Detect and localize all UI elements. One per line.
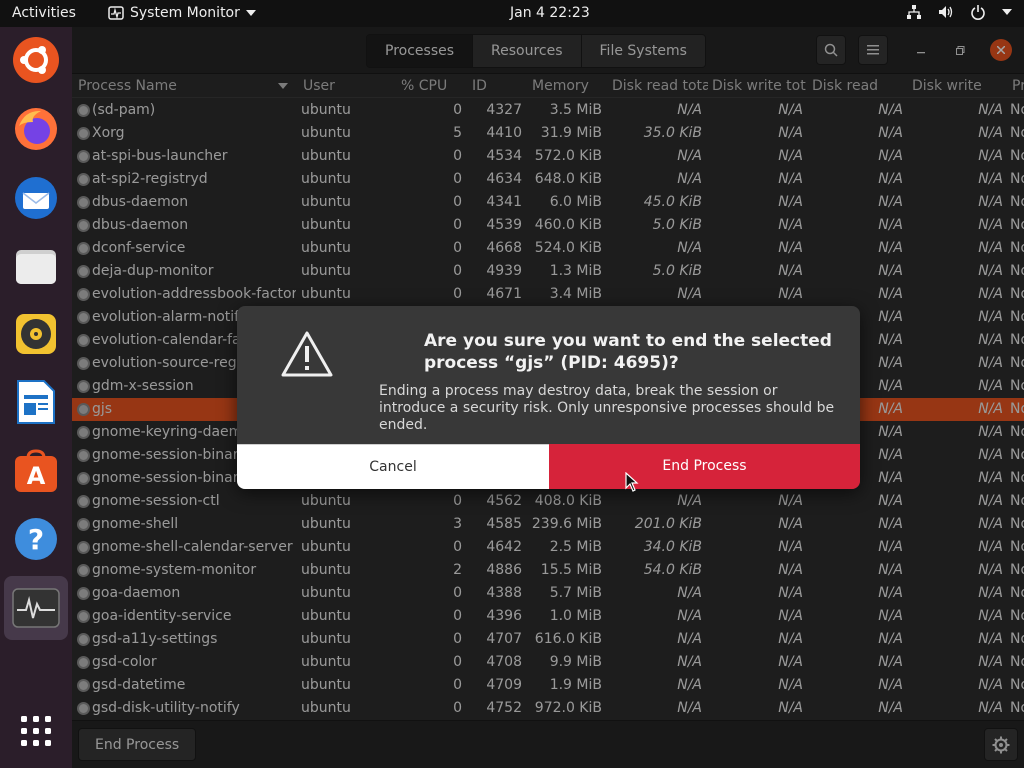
dialog-message: Ending a process may destroy data, break… <box>379 383 835 433</box>
activities-button[interactable]: Activities <box>12 5 76 21</box>
ubuntu-software-icon: A <box>15 449 57 492</box>
clock[interactable]: Jan 4 22:23 <box>510 5 590 21</box>
app-menu-label: System Monitor <box>130 5 240 21</box>
system-tray[interactable] <box>906 4 1012 20</box>
mouse-cursor-icon <box>625 472 639 492</box>
dock-ubuntu[interactable] <box>12 36 60 84</box>
network-icon <box>907 5 921 19</box>
dock-software[interactable]: A <box>12 447 60 495</box>
help-icon: ? <box>15 518 57 560</box>
confirm-end-process-button[interactable]: End Process <box>549 444 860 489</box>
dock-rhythmbox[interactable] <box>12 310 60 358</box>
dock-writer[interactable] <box>12 378 60 426</box>
show-apps-icon <box>21 716 51 746</box>
volume-icon <box>939 6 953 18</box>
thunderbird-icon <box>15 177 57 219</box>
cancel-button[interactable]: Cancel <box>237 444 549 489</box>
warning-icon <box>281 331 333 377</box>
dock: A ? <box>0 27 72 768</box>
dock-system-monitor[interactable] <box>4 576 68 640</box>
dock-firefox[interactable] <box>12 105 60 153</box>
firefox-icon <box>15 108 57 150</box>
dock-files[interactable] <box>12 242 60 290</box>
app-menu[interactable]: System Monitor <box>108 5 256 21</box>
dock-help[interactable]: ? <box>12 515 60 563</box>
chevron-down-icon <box>245 10 256 16</box>
svg-text:?: ? <box>28 523 44 556</box>
system-monitor-icon <box>108 6 124 20</box>
tray-chevron-down-icon <box>1002 9 1012 15</box>
dialog-title: Are you sure you want to end the selecte… <box>424 331 832 373</box>
ubuntu-logo-icon <box>13 37 59 83</box>
system-monitor-icon <box>12 588 60 628</box>
dock-thunderbird[interactable] <box>12 174 60 222</box>
rhythmbox-icon <box>16 314 56 354</box>
libreoffice-writer-icon <box>17 380 55 424</box>
files-icon <box>16 250 56 284</box>
top-bar: Activities System Monitor Jan 4 22:23 <box>0 0 1024 27</box>
end-process-dialog: Are you sure you want to end the selecte… <box>237 306 860 489</box>
power-icon <box>971 5 985 20</box>
svg-text:A: A <box>27 462 46 490</box>
dock-show-apps[interactable] <box>12 707 60 755</box>
